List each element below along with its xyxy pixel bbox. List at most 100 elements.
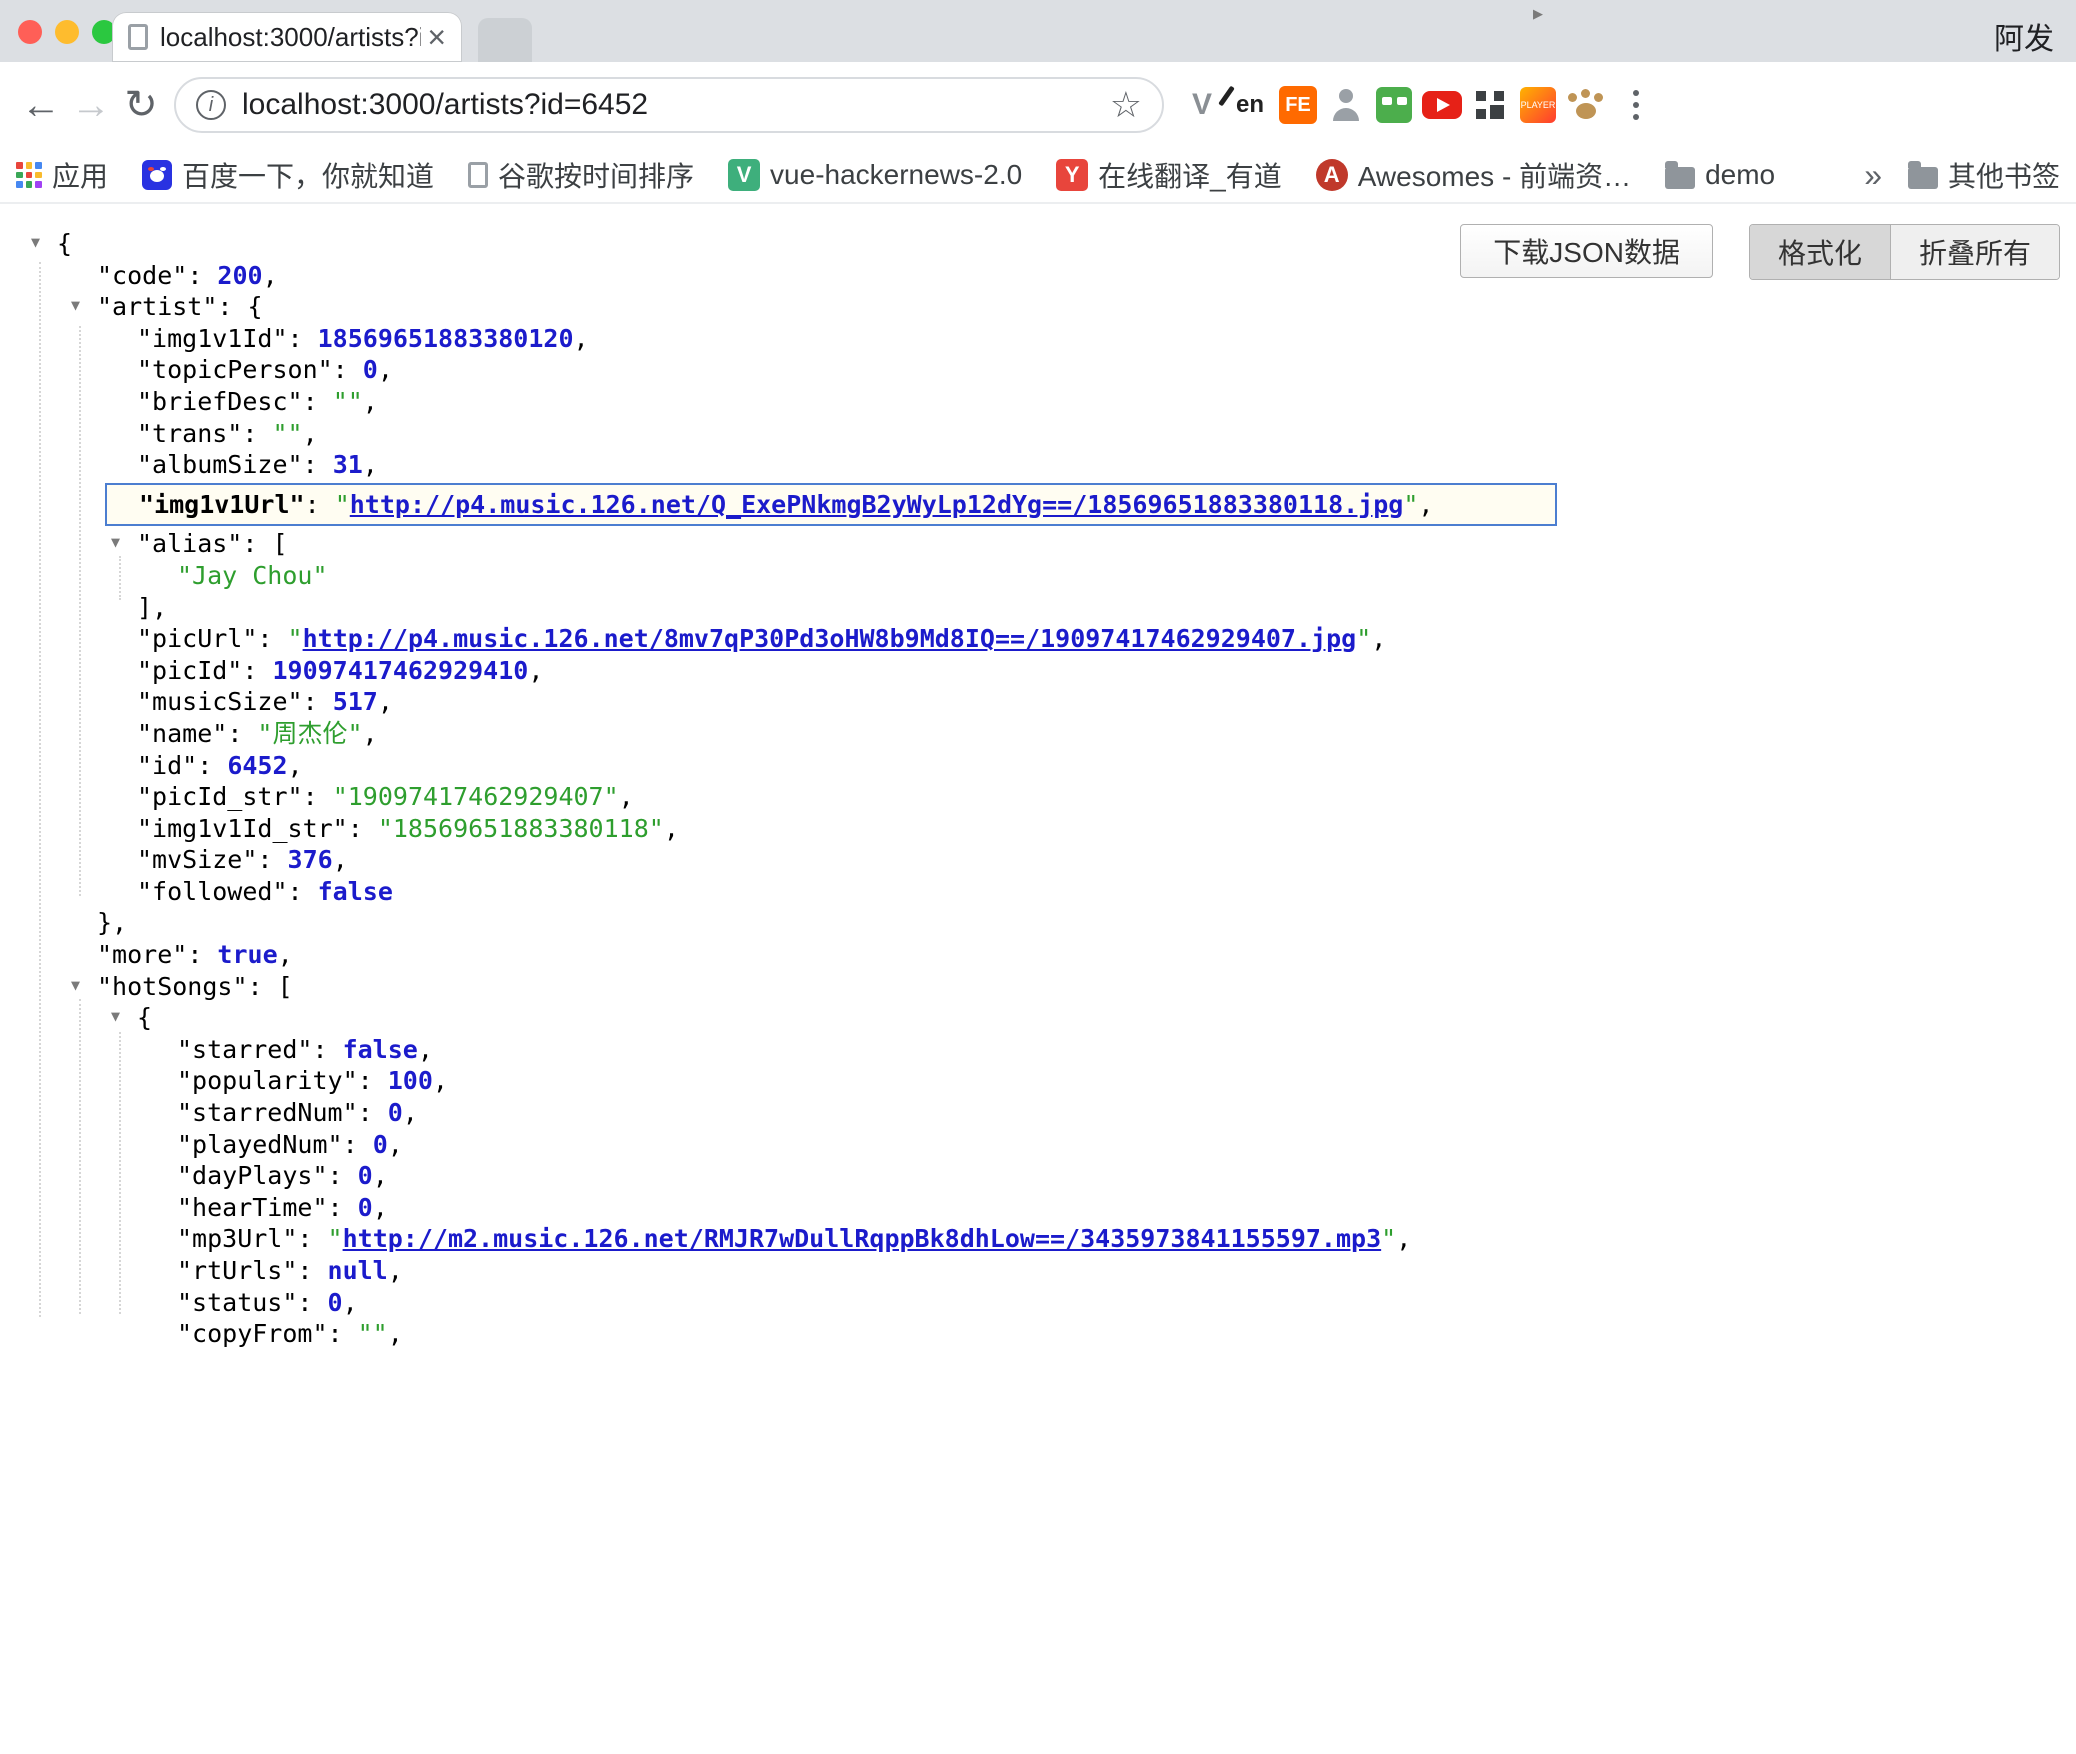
browser-tab[interactable]: localhost:3000/artists?id=645 × (112, 12, 462, 62)
json-comma: , (664, 814, 679, 843)
reload-button[interactable]: ↻ (116, 85, 166, 125)
json-line: ▼"artist": { (0, 291, 2076, 323)
json-key: "musicSize" (137, 687, 303, 716)
json-link[interactable]: http://p4.music.126.net/Q_ExePNkmgB2yWyL… (350, 490, 1404, 519)
json-null-value: null (328, 1256, 388, 1285)
json-number-value: 0 (363, 355, 378, 384)
bookmark-item-google-sort[interactable]: 谷歌按时间排序 (468, 155, 694, 195)
tab-title: localhost:3000/artists?id=645 (160, 22, 421, 53)
json-colon: : (187, 940, 217, 969)
youtube-extension-icon[interactable] (1420, 80, 1464, 130)
json-colon: : (288, 324, 318, 353)
page-info-icon[interactable]: i (196, 90, 226, 120)
minimize-window-button[interactable] (55, 20, 79, 44)
bookmark-item-awesomes[interactable]: A Awesomes - 前端资… (1316, 155, 1631, 195)
translate-extension-icon[interactable]: en (1228, 80, 1272, 130)
qrcode-extension-icon[interactable] (1468, 80, 1512, 130)
json-link[interactable]: http://m2.music.126.net/RMJR7wDullRqppBk… (343, 1224, 1382, 1253)
json-bracket: [ (272, 529, 287, 558)
json-number-value: 0 (388, 1098, 403, 1127)
json-line: "trans": "", (0, 418, 2076, 450)
collapse-all-button[interactable]: 折叠所有 (1890, 225, 2059, 279)
bookmark-item-demo[interactable]: demo (1665, 159, 1775, 191)
json-colon: : (217, 292, 247, 321)
json-comma: , (619, 782, 634, 811)
folder-icon (1908, 167, 1938, 189)
json-comma: , (373, 1193, 388, 1222)
bookmarks-bar: 应用 百度一下，你就知道 谷歌按时间排序 V vue-hackernews-2.… (0, 148, 2076, 204)
json-key: "img1v1Url" (139, 490, 305, 519)
apps-grid-icon (16, 162, 42, 188)
json-line: "picId_str": "19097417462929407", (0, 781, 2076, 813)
new-tab-button[interactable] (478, 18, 532, 62)
json-key: "img1v1Id_str" (137, 814, 348, 843)
json-comma: , (1396, 1224, 1411, 1253)
json-colon: : (242, 419, 272, 448)
json-colon: : (257, 624, 287, 653)
fe-helper-extension-icon[interactable]: FE (1276, 80, 1320, 130)
format-button[interactable]: 格式化 (1750, 225, 1890, 279)
other-bookmarks[interactable]: 其他书签 (1908, 155, 2060, 195)
bookmark-label: 百度一下，你就知道 (182, 155, 434, 195)
json-line: ▼"hotSongs": [ (0, 971, 2076, 1003)
json-number-value: 19097417462929410 (272, 656, 528, 685)
json-number-value: 0 (358, 1161, 373, 1190)
forward-button[interactable]: → (66, 85, 116, 125)
bookmark-item-youdao[interactable]: Y 在线翻译_有道 (1056, 155, 1282, 195)
json-key: "albumSize" (137, 450, 303, 479)
json-key: "code" (97, 261, 187, 290)
json-number-value: 376 (288, 845, 333, 874)
tab-close-icon[interactable]: × (427, 21, 446, 53)
json-number-value: 0 (358, 1193, 373, 1222)
bookmark-item-baidu[interactable]: 百度一下，你就知道 (142, 155, 434, 195)
json-colon: : (297, 1256, 327, 1285)
json-link[interactable]: http://p4.music.126.net/8mv7qP30Pd3oHW8b… (303, 624, 1357, 653)
json-quote: " (288, 624, 303, 653)
download-json-button[interactable]: 下载JSON数据 (1460, 224, 1713, 278)
json-line: "copyFrom": "", (0, 1318, 2076, 1350)
qr-icon (1476, 91, 1504, 119)
json-line: "briefDesc": "", (0, 386, 2076, 418)
vimium-extension-icon[interactable]: V (1180, 80, 1224, 130)
json-line: "status": 0, (0, 1287, 2076, 1319)
json-colon: : (328, 1193, 358, 1222)
player-extension-icon[interactable]: ▶ PLAYER (1516, 80, 1560, 130)
json-colon: : (297, 1224, 327, 1253)
chrome-menu-icon[interactable] (1614, 83, 1658, 127)
json-line: "img1v1Id_str": "18569651883380118", (0, 813, 2076, 845)
json-comma: , (574, 324, 589, 353)
json-string-value: "18569651883380118" (378, 814, 664, 843)
collapse-toggle-icon[interactable]: ▼ (71, 298, 80, 313)
folder-icon (1665, 167, 1695, 189)
back-button[interactable]: ← (16, 85, 66, 125)
collapse-toggle-icon[interactable]: ▼ (111, 535, 120, 550)
formatter-actions: 下载JSON数据 格式化 折叠所有 (1460, 224, 2060, 280)
bookmark-label: demo (1705, 159, 1775, 191)
json-quote: " (1403, 490, 1418, 519)
tampermonkey-extension-icon[interactable] (1372, 80, 1416, 130)
youdao-icon: Y (1056, 159, 1088, 191)
profile-person-icon[interactable] (1324, 80, 1368, 130)
collapse-toggle-icon[interactable]: ▼ (71, 978, 80, 993)
close-window-button[interactable] (18, 20, 42, 44)
json-colon: : (242, 656, 272, 685)
json-comma: , (278, 940, 293, 969)
window-controls (18, 20, 116, 44)
address-bar[interactable]: i localhost:3000/artists?id=6452 ☆ (174, 77, 1164, 133)
url-text[interactable]: localhost:3000/artists?id=6452 (242, 88, 648, 122)
bookmark-item-vue-hackernews[interactable]: V vue-hackernews-2.0 (728, 159, 1022, 191)
bookmark-star-icon[interactable]: ☆ (1110, 87, 1142, 123)
json-string-value: "周杰伦" (257, 719, 362, 748)
json-quote: " (335, 490, 350, 519)
json-line: "Jay Chou" (0, 560, 2076, 592)
bookmarks-overflow-icon[interactable]: » (1864, 157, 1882, 194)
json-bracket: ], (137, 593, 167, 622)
bookmark-item-apps[interactable]: 应用 (16, 155, 108, 195)
profile-name[interactable]: 阿发 (1994, 14, 2054, 58)
json-line: "dayPlays": 0, (0, 1160, 2076, 1192)
collapse-toggle-icon[interactable]: ▼ (111, 1009, 120, 1024)
json-line: "mp3Url": "http://m2.music.126.net/RMJR7… (0, 1223, 2076, 1255)
collapse-toggle-icon[interactable]: ▼ (31, 235, 40, 250)
json-line: ▼{ (0, 1002, 2076, 1034)
paw-extension-icon[interactable] (1564, 80, 1608, 130)
